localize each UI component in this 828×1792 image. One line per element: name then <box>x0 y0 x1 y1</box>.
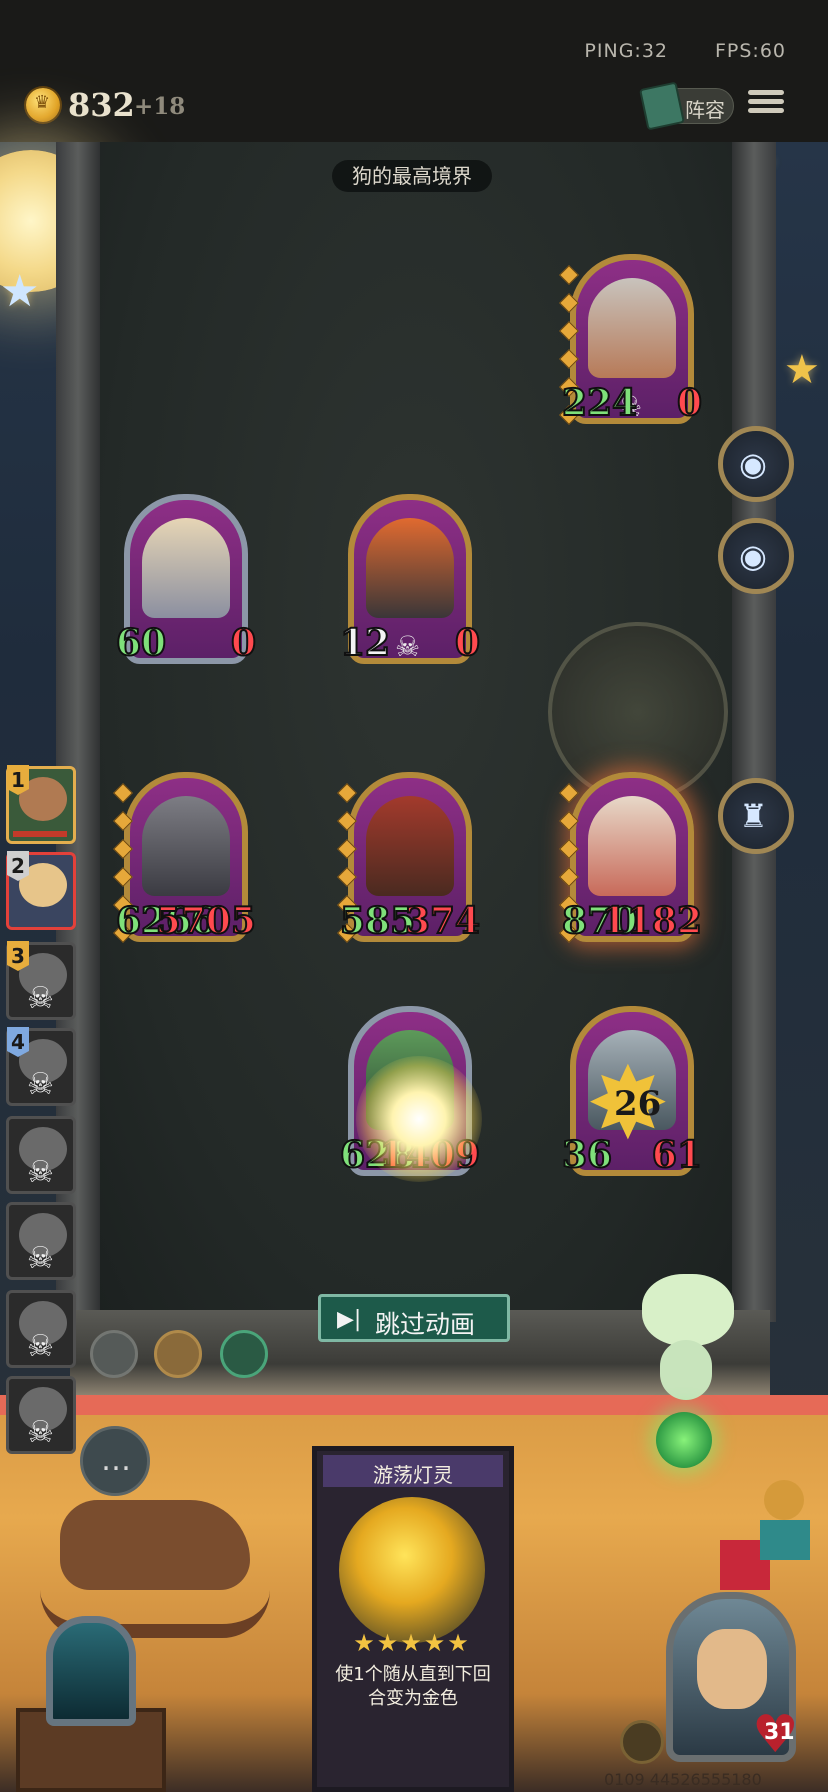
build-version: 0109 44526555180 <box>604 1770 762 1789</box>
lineup-label: 阵容 <box>685 98 725 122</box>
lineup-button[interactable]: 阵容 <box>639 81 734 131</box>
skull-icon: ☠ <box>27 1415 54 1450</box>
opponent-slot[interactable]: ☠ <box>6 1116 76 1194</box>
spell-description-line: 合变为金色 <box>368 1688 458 1709</box>
minion-portrait <box>588 796 676 896</box>
trinket-button[interactable]: ♜ <box>718 778 794 854</box>
green-orb-icon <box>656 1412 712 1468</box>
portal-mirror-icon <box>46 1616 136 1726</box>
minion-attack: 60 <box>115 621 167 665</box>
minion-health: 0 <box>676 381 703 425</box>
hamburger-menu-icon[interactable] <box>748 86 784 122</box>
enemy-minion-card[interactable]: ☠ 12 0 <box>339 494 481 665</box>
spell-art <box>339 1497 485 1643</box>
minion-attack: 12 <box>339 621 391 665</box>
skull-icon: ☠ <box>27 981 54 1016</box>
minion-health: 374 <box>404 899 481 943</box>
skip-animation-label: 跳过动画 <box>375 1310 476 1339</box>
star-decoration: ★ <box>784 347 820 393</box>
chat-button[interactable]: … <box>80 1426 150 1496</box>
opponent-health-bar <box>13 831 67 837</box>
friendly-minion-card[interactable]: 585 374 <box>337 772 481 943</box>
spell-description-line: 使1个随从直到下回 <box>335 1664 491 1685</box>
hero-health: ♥ 31 <box>752 1709 802 1761</box>
trinket-button[interactable]: ◉ <box>718 518 794 594</box>
crystal-orb-icon: ◉ <box>739 537 767 575</box>
minion-portrait <box>142 518 230 618</box>
spell-stars: ★★★★★ <box>353 1629 471 1657</box>
opponent-slot[interactable]: ☠ 4 <box>6 1027 76 1106</box>
hex-token-icon <box>220 1330 268 1378</box>
minion-portrait <box>366 518 454 618</box>
minion-health: 1182 <box>601 899 703 943</box>
gold-count: 832 <box>68 86 135 124</box>
star-decoration: ★ <box>0 266 40 317</box>
minion-portrait <box>366 796 454 896</box>
skull-icon: ☠ <box>395 630 421 663</box>
skull-icon: ☠ <box>27 1241 54 1276</box>
minion-attack: 224 <box>561 381 638 425</box>
trinket-button[interactable]: ◉ <box>718 426 794 502</box>
opponent-slot[interactable]: ☠ <box>6 1202 76 1280</box>
damage-value: 26 <box>614 1084 662 1124</box>
opponent-slot[interactable]: 1 <box>6 765 76 844</box>
spirit-cat-pet[interactable] <box>636 1274 740 1468</box>
book-icon <box>639 81 685 131</box>
crystal-orb-icon: ◉ <box>739 445 767 483</box>
right-pillar <box>732 142 776 1322</box>
avatar <box>697 1629 767 1709</box>
opponent-rank: 3 <box>7 941 29 971</box>
combat-flash-effect <box>356 1056 482 1182</box>
skull-icon: ☠ <box>27 1067 54 1102</box>
dog-emblem-icon <box>90 1330 138 1378</box>
spell-name-band: 游荡灯灵 <box>323 1455 503 1487</box>
opponent-rank: 4 <box>7 1027 29 1057</box>
spell-description: 使1个随从直到下回 合变为金色 <box>325 1663 501 1711</box>
damage-popup: ✸ 26 <box>586 1054 690 1154</box>
ping-readout: PING:32 <box>584 40 668 62</box>
skull-icon: ☠ <box>27 1155 54 1190</box>
opponent-slot[interactable]: ☠ 3 <box>6 941 76 1020</box>
spell-card[interactable]: 游荡灯灵 ★★★★★ 使1个随从直到下回 合变为金色 <box>312 1446 514 1792</box>
portal-chest[interactable] <box>16 1608 166 1792</box>
opponent-rank: 1 <box>7 765 29 795</box>
encounter-title: 狗的最高境界 <box>332 160 492 192</box>
skip-animation-button[interactable]: ▶| 跳过动画 <box>318 1294 510 1342</box>
minion-health: 5705 <box>155 899 257 943</box>
hero-health-value: 31 <box>764 1720 795 1745</box>
opponent-slot[interactable]: ☠ <box>6 1376 76 1454</box>
armor-icon: ♜ <box>739 797 768 835</box>
minion-portrait <box>142 796 230 896</box>
minion-health: 0 <box>230 621 257 665</box>
crown-coin-icon <box>26 88 60 122</box>
minion-health: 0 <box>454 621 481 665</box>
skull-icon: ☠ <box>27 1329 54 1364</box>
minion-portrait <box>588 278 676 378</box>
spell-name: 游荡灯灵 <box>373 1463 453 1487</box>
enemy-minion-card[interactable]: ☠ 224 0 <box>559 254 703 425</box>
enemy-minion-card[interactable]: 60 0 <box>115 494 257 665</box>
coin-token-icon <box>154 1330 202 1378</box>
opponent-slot-self[interactable]: 2 <box>6 851 76 930</box>
friendly-minion-card[interactable]: 6266 5705 <box>113 772 257 943</box>
gold-income: +18 <box>134 93 186 120</box>
fps-readout: FPS:60 <box>714 40 786 62</box>
friendly-minion-card[interactable]: 870 1182 <box>559 772 703 943</box>
opponent-rank: 2 <box>7 851 29 881</box>
hero-power-button[interactable] <box>620 1720 664 1764</box>
opponent-slot[interactable]: ☠ <box>6 1290 76 1368</box>
skip-forward-icon: ▶| <box>337 1307 362 1332</box>
chat-bubble-icon: … <box>101 1443 131 1478</box>
